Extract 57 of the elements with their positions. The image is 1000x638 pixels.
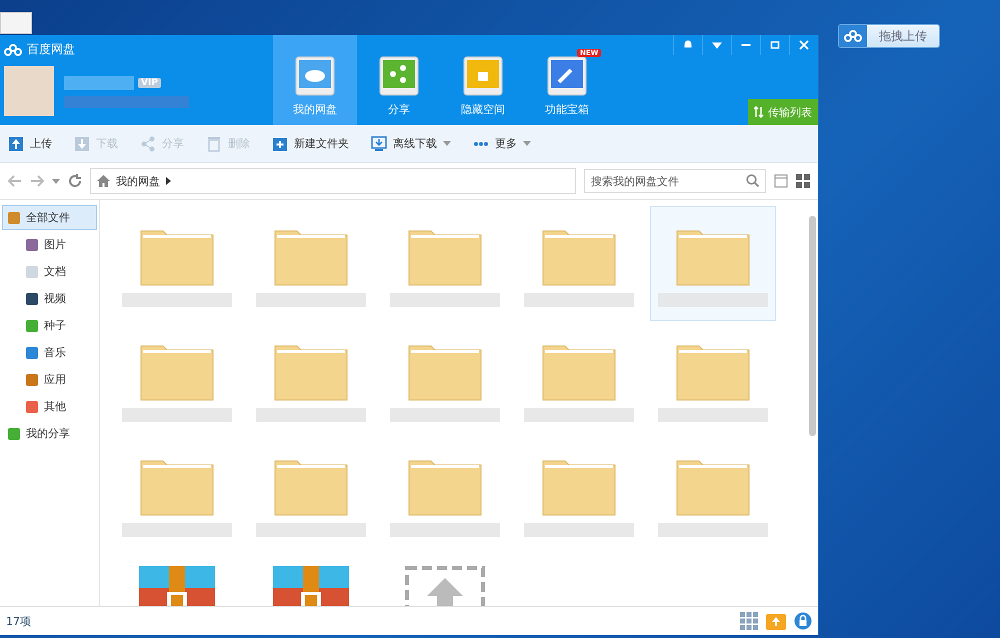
- sidebar-item[interactable]: 种子: [2, 313, 97, 338]
- avatar-placeholder: [4, 66, 54, 116]
- sidebar-item[interactable]: 音乐: [2, 340, 97, 365]
- sidebar-item[interactable]: 应用: [2, 367, 97, 392]
- archive-icon: [139, 566, 215, 606]
- upload-icon: [8, 136, 24, 152]
- search-icon: [746, 174, 759, 187]
- caret-right-icon: [166, 177, 171, 185]
- toolbar-button[interactable]: 上传: [8, 136, 52, 152]
- tool-tab-icon: [547, 56, 587, 96]
- refresh-icon[interactable]: [68, 174, 82, 188]
- dropdown-icon: [712, 40, 722, 50]
- minimize-icon: [741, 44, 751, 46]
- offline-icon: [371, 136, 387, 152]
- upload-placeholder-icon: [405, 566, 485, 606]
- bell-icon: [683, 40, 693, 50]
- transfer-icon: [754, 106, 764, 118]
- grid-view-icon[interactable]: [796, 174, 810, 188]
- sidebar-item[interactable]: 文档: [2, 259, 97, 284]
- search-field[interactable]: 搜索我的网盘文件: [584, 169, 766, 193]
- lock-icon[interactable]: [794, 612, 812, 630]
- window-title: 百度网盘: [27, 41, 75, 58]
- folder-icon: [272, 136, 288, 152]
- sidebar-item[interactable]: 我的分享: [2, 421, 97, 446]
- back-arrow-icon[interactable]: [8, 175, 22, 187]
- cloud-logo-icon: [844, 30, 862, 42]
- forward-arrow-icon[interactable]: [30, 175, 44, 187]
- share-tab-icon: [379, 56, 419, 96]
- breadcrumb-link[interactable]: 我的网盘: [116, 174, 160, 188]
- drag-upload-widget[interactable]: 拖拽上传: [838, 24, 940, 48]
- upload-folder-icon[interactable]: [766, 612, 786, 630]
- vip-badge: VIP: [138, 78, 161, 88]
- sidebar-item[interactable]: 图片: [2, 232, 97, 257]
- cloud-logo-icon: [4, 44, 22, 56]
- delete-icon: [206, 136, 222, 152]
- file-tile[interactable]: [650, 206, 776, 321]
- maximize-icon: [770, 40, 780, 50]
- blurred-username: [64, 76, 134, 90]
- archive-icon: [273, 566, 349, 606]
- sidebar-item[interactable]: 视频: [2, 286, 97, 311]
- apps-grid-icon[interactable]: [740, 612, 758, 630]
- more-icon: [473, 142, 489, 146]
- sidebar-item[interactable]: 全部文件: [2, 205, 97, 230]
- download-icon: [74, 136, 90, 152]
- close-icon: [799, 40, 809, 50]
- toolbar-button[interactable]: 新建文件夹: [272, 136, 349, 152]
- caret-icon: [52, 178, 60, 184]
- share-icon: [140, 136, 156, 152]
- home-icon[interactable]: [97, 175, 110, 187]
- cloud-tab-icon: [295, 56, 335, 96]
- item-count: 17项: [6, 614, 31, 628]
- lock-tab-icon: [463, 56, 503, 96]
- list-view-icon[interactable]: [774, 174, 788, 188]
- window-thumbnail[interactable]: [0, 12, 32, 34]
- toolbar-button[interactable]: 离线下载: [371, 136, 451, 152]
- toolbar-button[interactable]: 更多: [473, 136, 531, 151]
- sidebar-item[interactable]: 其他: [2, 394, 97, 419]
